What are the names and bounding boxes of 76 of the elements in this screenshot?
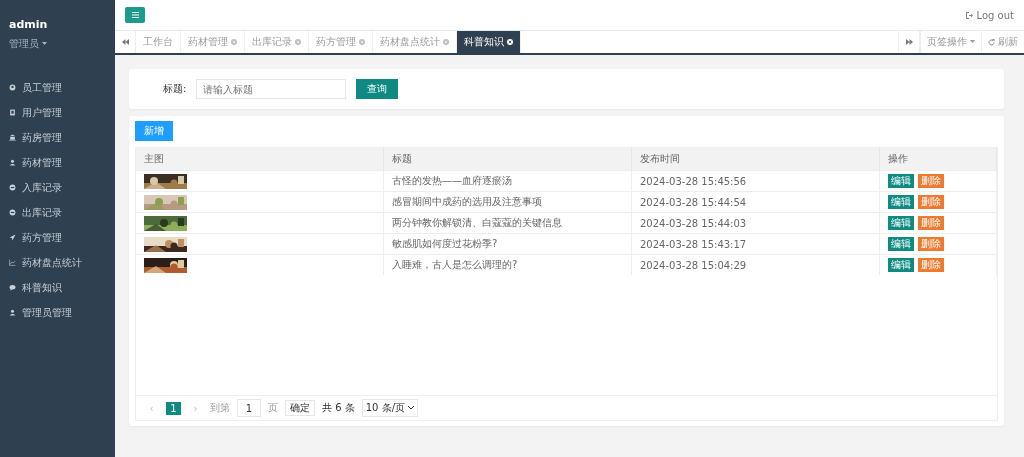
- confirm-button[interactable]: 确定: [285, 400, 315, 416]
- column-header: 操作: [880, 148, 997, 170]
- table-cell: 2024-03-28 15:43:17: [632, 233, 880, 254]
- user-name: admin: [8, 18, 49, 31]
- building-icon: [9, 134, 16, 141]
- table-cell: 两分钟教你解锁清、白蔻蔻的关键信息: [384, 212, 632, 233]
- page-unit-label: 页: [268, 401, 278, 415]
- tab[interactable]: 科普知识: [457, 31, 521, 53]
- delete-button[interactable]: 删除: [918, 258, 944, 272]
- tab[interactable]: 出库记录: [245, 31, 309, 53]
- refresh-button[interactable]: 刷新: [981, 31, 1024, 53]
- sidebar-item[interactable]: 入库记录: [0, 175, 115, 200]
- sidebar-item[interactable]: 科普知识: [0, 275, 115, 300]
- double-right-icon: [905, 39, 913, 45]
- page-size-select[interactable]: 10 条/页: [361, 399, 418, 417]
- sidebar-item[interactable]: 出库记录: [0, 200, 115, 225]
- edit-button[interactable]: 编辑: [888, 195, 914, 209]
- tab[interactable]: 药材管理: [181, 31, 245, 53]
- menu-button[interactable]: [125, 7, 145, 23]
- tab[interactable]: 药方管理: [309, 31, 373, 53]
- sidebar-item[interactable]: 用户管理: [0, 100, 115, 125]
- sidebar-item[interactable]: 员工管理: [0, 75, 115, 100]
- sidebar-item[interactable]: 药方管理: [0, 225, 115, 250]
- user-icon: [9, 159, 16, 166]
- menu-icon: [131, 12, 139, 18]
- title-input[interactable]: 请输入标题: [196, 79, 347, 99]
- caret-icon: [42, 42, 47, 46]
- table-cell: 古怪的发热——血府逐瘀汤: [384, 170, 632, 191]
- card-icon: [9, 109, 16, 116]
- chat-icon: [9, 284, 16, 291]
- sidebar-item[interactable]: 药房管理: [0, 125, 115, 150]
- table-cell: 2024-03-28 15:45:56: [632, 170, 880, 191]
- edit-button[interactable]: 编辑: [888, 237, 914, 251]
- logout-link[interactable]: Log out: [965, 9, 1014, 21]
- table-cell: 2024-03-28 15:44:54: [632, 191, 880, 212]
- column-header: 标题: [384, 148, 632, 170]
- table-cell: 2024-03-28 15:44:03: [632, 212, 880, 233]
- table-cell: 入睡难，古人是怎么调理的?: [384, 254, 632, 275]
- user-icon: [9, 309, 16, 316]
- table-cell: 2024-03-28 15:04:29: [632, 254, 880, 275]
- sidebar-item[interactable]: 管理员管理: [0, 300, 115, 325]
- send-icon: [9, 234, 16, 241]
- close-icon[interactable]: [507, 39, 513, 45]
- scroll-right-button[interactable]: [898, 31, 920, 53]
- chart-icon: [9, 259, 16, 266]
- total-count: 共 6 条: [322, 401, 355, 415]
- column-header: 发布时间: [632, 148, 880, 170]
- sidebar-item[interactable]: 药材盘点统计: [0, 250, 115, 275]
- search-button[interactable]: 查询: [356, 79, 399, 99]
- double-left-icon: [121, 39, 129, 45]
- refresh-icon: [988, 38, 995, 46]
- page-button[interactable]: 1: [166, 401, 181, 415]
- edit-button[interactable]: 编辑: [888, 216, 914, 230]
- edit-button[interactable]: 编辑: [888, 258, 914, 272]
- delete-button[interactable]: 删除: [918, 174, 944, 188]
- page-operations-dropdown[interactable]: 页签操作: [920, 31, 981, 53]
- add-button[interactable]: 新增: [135, 121, 173, 141]
- column-header: 主图: [136, 148, 384, 170]
- circle-icon: [9, 209, 16, 216]
- edit-button[interactable]: 编辑: [888, 174, 914, 188]
- chevron-down-icon: [408, 406, 414, 410]
- sidebar-item[interactable]: 药材管理: [0, 150, 115, 175]
- delete-button[interactable]: 删除: [918, 216, 944, 230]
- user-icon: [9, 84, 16, 91]
- role-dropdown[interactable]: 管理员: [0, 37, 115, 51]
- delete-button[interactable]: 删除: [918, 195, 944, 209]
- table-cell: 感冒期间中成药的选用及注意事项: [384, 191, 632, 212]
- caret-icon: [970, 40, 975, 44]
- logout-icon: [965, 11, 973, 19]
- page-input[interactable]: 1: [237, 399, 261, 417]
- circle-icon: [9, 184, 16, 191]
- title-label: 标题:: [163, 82, 187, 96]
- goto-label: 到第: [210, 401, 230, 415]
- tab[interactable]: 工作台: [136, 31, 181, 53]
- table-cell: 敏感肌如何度过花粉季?: [384, 233, 632, 254]
- delete-button[interactable]: 删除: [918, 237, 944, 251]
